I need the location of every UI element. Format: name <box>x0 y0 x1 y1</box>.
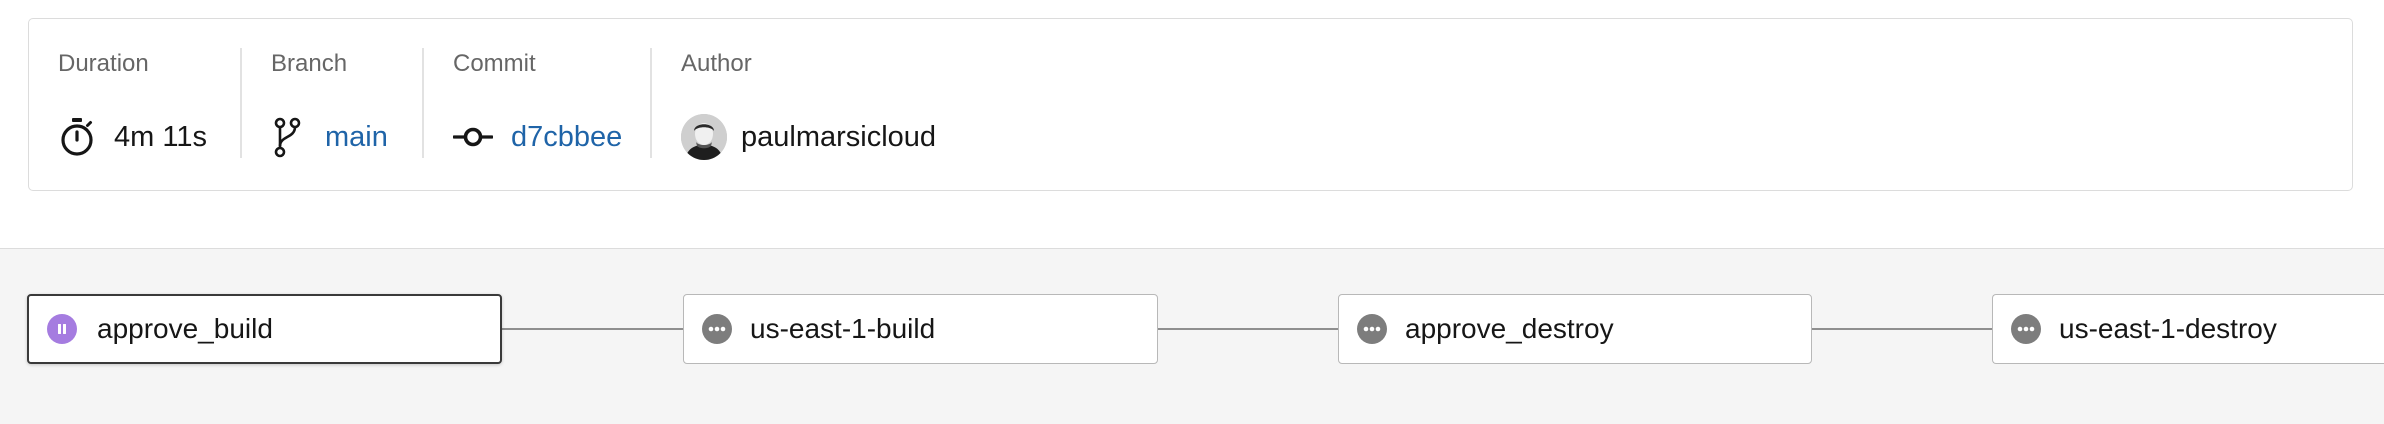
commit-link[interactable]: d7cbbee <box>511 121 622 154</box>
duration-label: Duration <box>58 50 149 77</box>
author-name: paulmarsicloud <box>741 120 937 153</box>
job-node-approve-destroy[interactable]: approve_destroy <box>1338 294 1812 364</box>
job-node-approve-build[interactable]: approve_build <box>27 294 502 364</box>
branch-label: Branch <box>271 50 348 77</box>
summary-divider <box>422 48 424 158</box>
branch-value: main <box>271 112 388 162</box>
pipeline-summary-area: Duration 4m 11s Branch main Commit d7cbb… <box>0 0 2384 248</box>
duration-value: 4m 11s <box>58 112 207 162</box>
stopwatch-icon <box>58 117 96 157</box>
git-commit-icon <box>453 125 493 149</box>
pipeline-summary-card <box>28 18 2353 191</box>
job-node-us-east-1-destroy[interactable]: us-east-1-destroy <box>1992 294 2384 364</box>
job-name: approve_build <box>97 313 273 344</box>
job-connector <box>1157 328 1339 330</box>
job-connector <box>1811 328 1993 330</box>
commit-value: d7cbbee <box>453 112 622 162</box>
pause-icon <box>47 314 77 344</box>
job-node-us-east-1-build[interactable]: us-east-1-build <box>683 294 1158 364</box>
job-connector <box>501 328 684 330</box>
author-label: Author <box>681 50 752 77</box>
job-name: approve_destroy <box>1405 313 1614 344</box>
avatar <box>681 114 727 160</box>
git-branch-icon <box>271 116 303 158</box>
summary-divider <box>240 48 242 158</box>
duration-text: 4m 11s <box>114 120 207 153</box>
branch-link[interactable]: main <box>325 121 388 154</box>
author-value: paulmarsicloud <box>681 112 936 162</box>
more-horizontal-icon <box>1357 314 1387 344</box>
more-horizontal-icon <box>2011 314 2041 344</box>
commit-label: Commit <box>453 50 536 77</box>
summary-divider <box>650 48 652 158</box>
more-horizontal-icon <box>702 314 732 344</box>
job-name: us-east-1-build <box>750 313 936 344</box>
job-name: us-east-1-destroy <box>2059 313 2277 344</box>
